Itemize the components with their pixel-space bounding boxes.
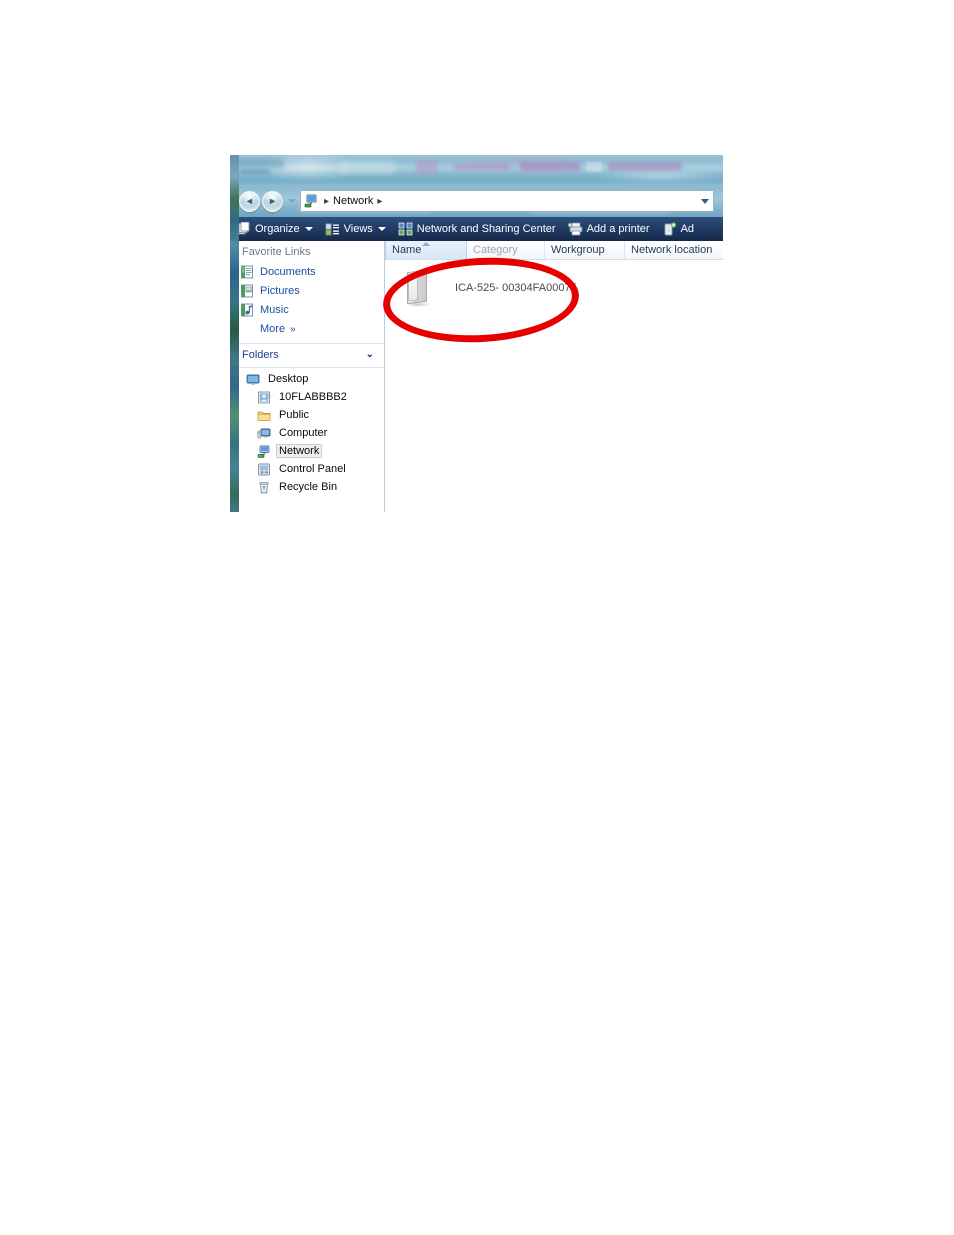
printer-icon xyxy=(567,222,583,236)
folders-section-header[interactable]: Folders ⌄ xyxy=(230,344,384,365)
sidebar-item-documents[interactable]: Documents xyxy=(230,262,384,281)
sidebar-item-pictures[interactable]: Pictures xyxy=(230,281,384,300)
titlebar-glass-blur xyxy=(452,163,510,170)
views-label: Views xyxy=(343,223,373,235)
organize-label: Organize xyxy=(255,223,300,235)
recent-pages-chevron-down-icon[interactable] xyxy=(288,199,296,203)
titlebar-glass-blur xyxy=(240,169,270,174)
column-header-category[interactable]: Category xyxy=(467,241,545,259)
views-chevron-down-icon[interactable] xyxy=(377,227,386,231)
desktop-icon xyxy=(246,373,260,386)
tree-item-label: Desktop xyxy=(268,373,309,385)
computer-icon xyxy=(257,427,271,440)
tree-item-label: Network xyxy=(276,444,323,458)
column-header-workgroup[interactable]: Workgroup xyxy=(545,241,625,259)
tree-item-network[interactable]: Network xyxy=(230,442,384,460)
add-a-printer-label: Add a printer xyxy=(586,223,650,235)
tree-item-label: 10FLABBBB2 xyxy=(279,391,347,403)
tree-item-computer[interactable]: Computer xyxy=(230,424,384,442)
network-sharing-icon xyxy=(398,222,413,236)
control-panel-icon xyxy=(257,463,271,476)
command-toolbar: Organize Views Network and Sharing Cente… xyxy=(230,217,723,242)
user-folder-icon xyxy=(257,391,271,404)
column-header-label: Name xyxy=(392,244,422,256)
network-and-sharing-center-label: Network and Sharing Center xyxy=(416,223,556,235)
chevron-down-icon[interactable]: ⌄ xyxy=(366,349,374,360)
tree-item-desktop[interactable]: Desktop xyxy=(230,370,384,388)
address-dropdown-chevron-down-icon[interactable] xyxy=(701,199,709,204)
tree-item-recycle-bin[interactable]: Recycle Bin xyxy=(230,478,384,496)
organize-button[interactable]: Organize xyxy=(230,217,319,241)
titlebar-glass-blur xyxy=(520,162,580,171)
music-icon xyxy=(240,303,254,317)
pictures-icon xyxy=(240,284,254,298)
window-title-bar[interactable] xyxy=(230,155,723,186)
sidebar-item-label: Pictures xyxy=(260,284,300,297)
tree-item-control-panel[interactable]: Control Panel xyxy=(230,460,384,478)
organize-chevron-down-icon[interactable] xyxy=(304,227,313,231)
column-headers: Name Category Workgroup Network location xyxy=(385,241,723,260)
documents-icon xyxy=(240,265,254,279)
column-header-label: Category xyxy=(473,244,518,256)
breadcrumb-separator: ▸ xyxy=(324,195,330,207)
titlebar-glass-blur xyxy=(586,162,602,172)
more-favorites-button[interactable]: More » xyxy=(230,319,384,339)
breadcrumb-separator[interactable]: ▸ xyxy=(377,196,382,207)
network-icon xyxy=(257,445,271,458)
titlebar-glass-blur xyxy=(416,160,438,174)
favorite-links-header: Favorite Links xyxy=(242,246,311,258)
tree-item-label: Control Panel xyxy=(279,463,346,475)
titlebar-glass-blur xyxy=(338,161,396,174)
windows-explorer-window: ◂ ▸ ▸ Network ▸ Organize Views Network a… xyxy=(230,155,723,512)
recycle-bin-icon xyxy=(257,481,271,494)
network-icon xyxy=(304,194,318,208)
sidebar-item-label: Documents xyxy=(260,265,316,278)
forward-button[interactable]: ▸ xyxy=(262,191,283,212)
folders-label: Folders xyxy=(242,348,279,361)
back-arrow-icon: ◂ xyxy=(246,196,253,207)
sidebar-item-music[interactable]: Music xyxy=(230,300,384,319)
titlebar-glass-blur xyxy=(608,162,682,171)
views-button[interactable]: Views xyxy=(319,217,392,241)
back-button[interactable]: ◂ xyxy=(239,191,260,212)
list-item-label: ICA-525- 00304FA00075 xyxy=(455,282,577,294)
titlebar-glass-blur xyxy=(230,179,723,186)
sort-ascending-icon xyxy=(422,242,430,246)
explorer-body: Favorite Links Documents Pictures Music … xyxy=(230,241,723,512)
breadcrumb-network[interactable]: Network xyxy=(333,195,373,207)
network-and-sharing-center-button[interactable]: Network and Sharing Center xyxy=(392,217,562,241)
add-a-printer-button[interactable]: Add a printer xyxy=(562,217,656,241)
tree-item-public[interactable]: Public xyxy=(230,406,384,424)
add-a-wireless-device-label: Ad xyxy=(680,223,695,235)
more-label: More xyxy=(260,323,286,335)
sidebar-item-label: Music xyxy=(260,303,289,316)
navigation-pane: Favorite Links Documents Pictures Music … xyxy=(230,241,385,512)
desktop-wallpaper-edge xyxy=(230,155,239,512)
add-a-wireless-device-button[interactable]: Ad xyxy=(656,217,700,241)
address-bar-strip: ◂ ▸ ▸ Network ▸ xyxy=(230,186,723,217)
forward-arrow-icon: ▸ xyxy=(269,196,276,207)
folder-tree: Desktop 10FLABBBB2 Public Computer Netwo… xyxy=(230,368,384,496)
address-bar[interactable]: ▸ Network ▸ xyxy=(300,190,714,212)
tree-item-label: Public xyxy=(279,409,309,421)
double-chevron-right-icon: » xyxy=(290,323,296,335)
tree-item-label: Recycle Bin xyxy=(279,481,338,493)
network-device-icon xyxy=(403,269,433,307)
tree-item-10flabbbb2[interactable]: 10FLABBBB2 xyxy=(230,388,384,406)
views-icon xyxy=(325,222,340,236)
titlebar-glass-blur xyxy=(238,159,284,168)
add-wireless-device-icon xyxy=(662,222,677,236)
column-header-label: Network location xyxy=(631,244,713,256)
list-item[interactable]: ICA-525- 00304FA00075 xyxy=(403,269,577,307)
column-header-label: Workgroup xyxy=(551,244,605,256)
column-header-network-location[interactable]: Network location xyxy=(625,241,723,259)
file-list-pane: Name Category Workgroup Network location xyxy=(385,241,723,512)
column-header-name[interactable]: Name xyxy=(385,241,467,259)
public-folder-icon xyxy=(257,409,271,422)
tree-item-label: Computer xyxy=(279,427,328,439)
